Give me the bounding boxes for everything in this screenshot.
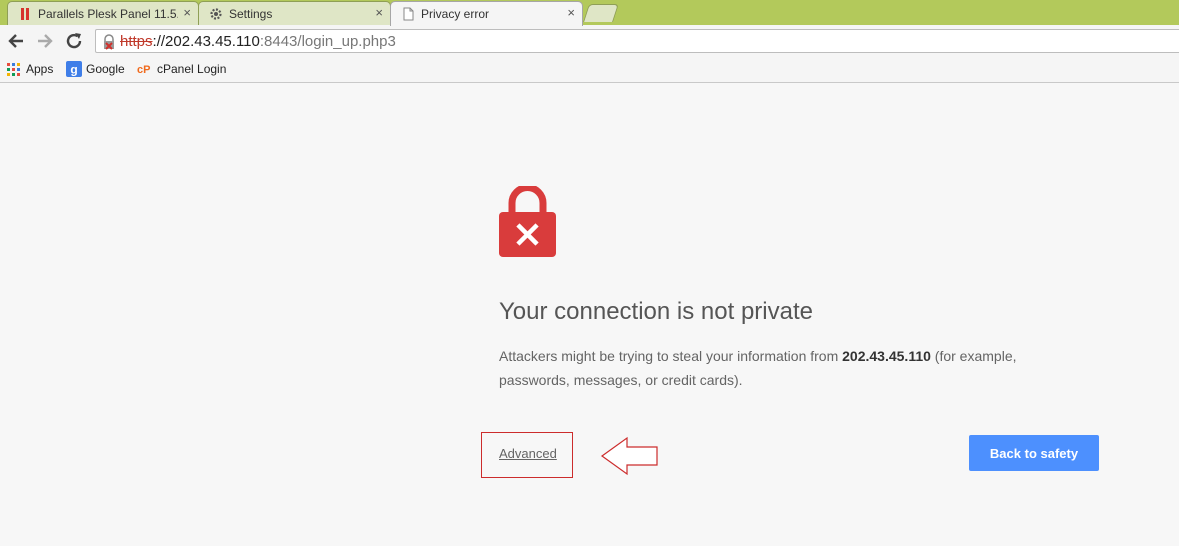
toolbar: https://202.43.45.110:8443/login_up.php3	[0, 25, 1179, 57]
url-path: :8443/login_up.php3	[259, 33, 396, 50]
tab-privacy-error[interactable]: Privacy error ×	[390, 1, 583, 26]
bookmark-apps[interactable]: Apps	[6, 61, 58, 77]
message-host: 202.43.45.110	[842, 348, 931, 364]
tab-close-icon[interactable]: ×	[183, 6, 191, 20]
bookmark-label: Apps	[26, 62, 54, 76]
tab-close-icon[interactable]: ×	[567, 6, 575, 20]
bookmark-google[interactable]: g Google	[66, 61, 128, 77]
page-icon	[403, 7, 414, 21]
tab-title: Privacy error	[421, 7, 490, 21]
warning-message: Attackers might be trying to steal your …	[499, 344, 1089, 392]
gear-icon	[210, 8, 222, 20]
parallels-logo-icon	[21, 8, 29, 20]
svg-text:cP: cP	[137, 64, 150, 76]
tab-settings[interactable]: Settings ×	[198, 1, 391, 25]
tab-title: Parallels Plesk Panel 11.5.3	[38, 7, 178, 21]
url-text: https://202.43.45.110:8443/login_up.php3	[120, 33, 396, 50]
bookmark-cpanel-login[interactable]: cP cPanel Login	[137, 61, 229, 77]
bookmark-label: cPanel Login	[157, 62, 227, 76]
svg-text:g: g	[70, 63, 77, 77]
broken-lock-icon	[499, 186, 556, 257]
tab-title: Settings	[229, 7, 273, 21]
insecure-lock-icon[interactable]	[101, 34, 117, 50]
reload-icon[interactable]	[63, 30, 85, 52]
apps-grid-icon	[7, 63, 20, 76]
new-tab-button[interactable]	[583, 4, 619, 22]
google-icon: g	[66, 61, 82, 77]
cpanel-icon: cP	[137, 64, 150, 76]
annotation-arrow-icon	[600, 436, 658, 476]
page-heading: Your connection is not private	[499, 298, 813, 325]
back-arrow-icon[interactable]	[5, 30, 27, 52]
forward-arrow-icon[interactable]	[34, 30, 56, 52]
advanced-link[interactable]: Advanced	[499, 446, 557, 461]
tab-close-icon[interactable]: ×	[375, 6, 383, 20]
back-to-safety-button[interactable]: Back to safety	[969, 435, 1099, 471]
tab-parallels-plesk[interactable]: Parallels Plesk Panel 11.5.3 ×	[7, 1, 199, 25]
url-host: 202.43.45.110	[165, 33, 260, 50]
bookmarks-bar: Apps g Google cP cPanel Login	[0, 57, 1179, 83]
message-text: Attackers might be trying to steal your …	[499, 348, 843, 364]
address-bar[interactable]: https://202.43.45.110:8443/login_up.php3	[95, 29, 1179, 53]
bookmark-label: Google	[86, 62, 125, 76]
url-scheme: https	[120, 33, 153, 50]
url-separator: ://	[152, 33, 166, 50]
tab-strip: Parallels Plesk Panel 11.5.3 × Settings …	[0, 0, 1179, 26]
